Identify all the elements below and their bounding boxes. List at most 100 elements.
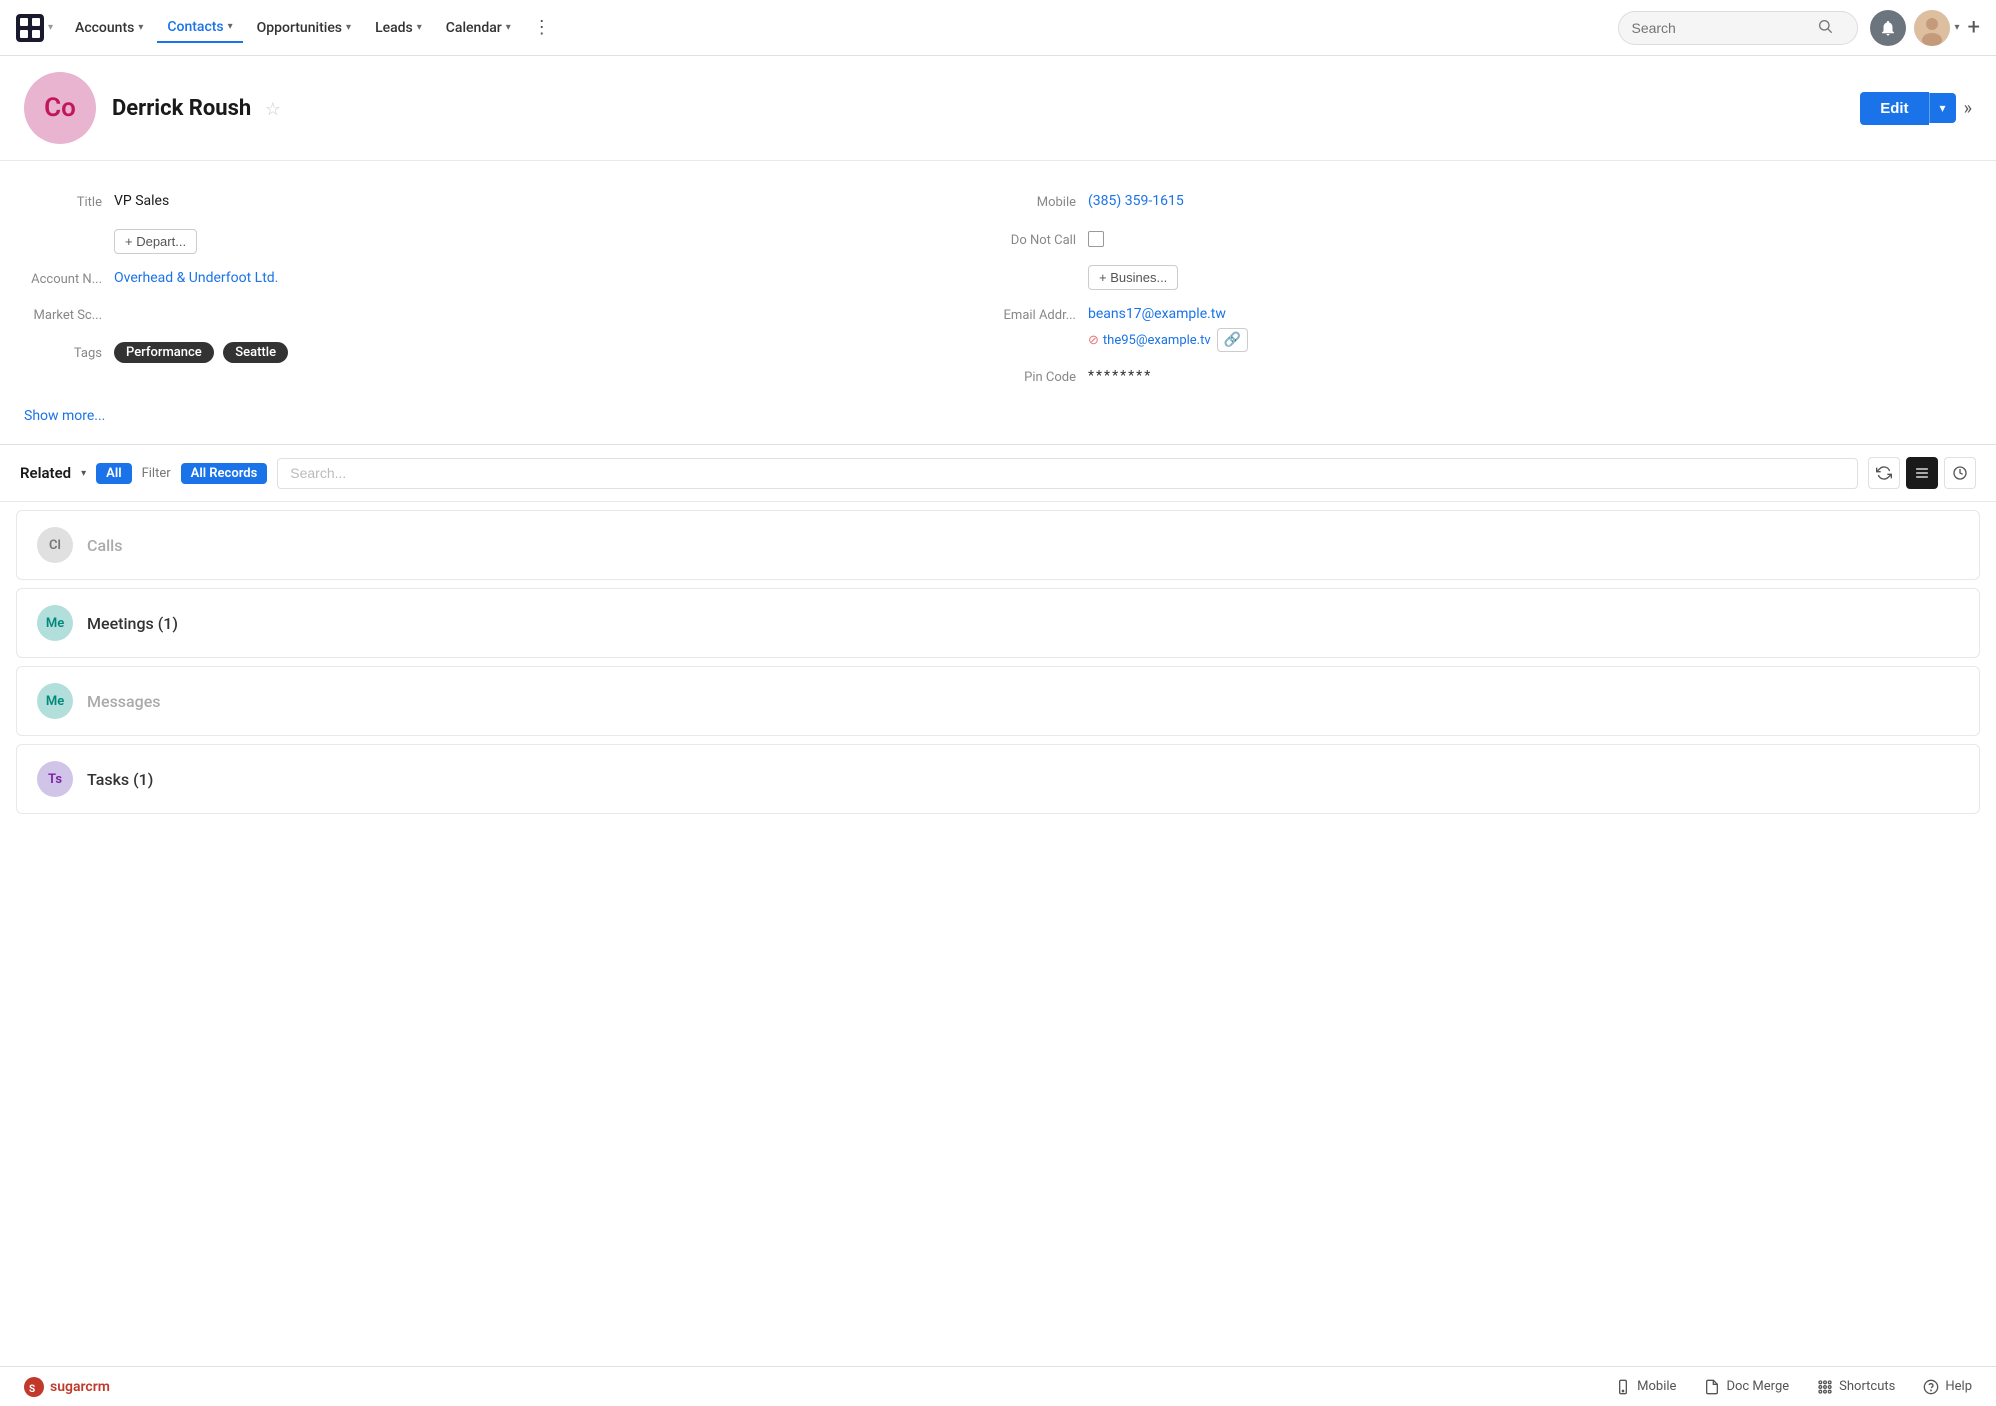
title-value: VP Sales (114, 193, 169, 209)
search-input[interactable] (1631, 20, 1811, 36)
email-link-icon[interactable]: 🔗 (1217, 328, 1248, 352)
edit-dropdown-button[interactable]: ▾ (1929, 93, 1956, 123)
calendar-chevron-icon: ▾ (506, 22, 511, 33)
email2-row: ⊘ the95@example.tv 🔗 (1088, 328, 1248, 352)
all-filter-badge[interactable]: All (96, 463, 131, 484)
business-label (998, 265, 1088, 267)
business-field-row: + Busines... (998, 257, 1972, 298)
app-logo[interactable]: ▾ (16, 14, 53, 42)
contact-name: Derrick Roush (112, 96, 251, 121)
record-header: Co Derrick Roush ☆ Edit ▾ » (0, 56, 1996, 161)
email2-blocked: ⊘ the95@example.tv (1088, 333, 1211, 348)
opportunities-chevron-icon: ▾ (346, 22, 351, 33)
svg-text:S: S (29, 1384, 35, 1395)
accounts-chevron-icon: ▾ (138, 22, 143, 33)
tag-performance[interactable]: Performance (114, 342, 214, 363)
meetings-icon: Me (37, 605, 73, 641)
pin-value: ******** (1088, 368, 1152, 384)
nav-opportunities[interactable]: Opportunities ▾ (247, 14, 361, 42)
nav-calendar[interactable]: Calendar ▾ (436, 14, 521, 42)
mobile-value[interactable]: (385) 359-1615 (1088, 193, 1184, 209)
do-not-call-checkbox[interactable] (1088, 231, 1104, 247)
pin-field-row: Pin Code ******** (998, 360, 1972, 396)
mobile-label: Mobile (998, 193, 1088, 210)
notifications-button[interactable] (1870, 10, 1906, 46)
user-avatar[interactable] (1914, 10, 1950, 46)
pin-label: Pin Code (998, 368, 1088, 385)
related-search-box[interactable] (277, 458, 1858, 489)
global-search-bar[interactable] (1618, 11, 1858, 45)
clock-view-button[interactable] (1944, 457, 1976, 489)
nav-contacts[interactable]: Contacts ▾ (157, 13, 242, 43)
tags-field-row: Tags Performance Seattle (24, 334, 998, 371)
dnc-field-row: Do Not Call (998, 221, 1972, 257)
department-field-row: + Depart... (24, 221, 998, 262)
market-label: Market Sc... (24, 306, 114, 323)
top-navigation: ▾ Accounts ▾ Contacts ▾ Opportunities ▾ … (0, 0, 1996, 56)
add-business-button[interactable]: + Busines... (1088, 265, 1178, 290)
title-label: Title (24, 193, 114, 210)
toolbar-actions (1868, 457, 1976, 489)
meetings-label: Meetings (1) (87, 614, 178, 633)
related-calls-item[interactable]: Cl Calls (16, 510, 1980, 580)
related-toolbar: Related ▾ All Filter All Records (0, 445, 1996, 502)
related-dropdown-icon[interactable]: ▾ (81, 468, 86, 479)
tags-label: Tags (24, 344, 114, 361)
account-value[interactable]: Overhead & Underfoot Ltd. (114, 270, 278, 286)
email-values: beans17@example.tw ⊘ the95@example.tv 🔗 (1088, 306, 1248, 352)
help-link[interactable]: Help (1923, 1379, 1972, 1395)
related-tasks-item[interactable]: Ts Tasks (1) (16, 744, 1980, 814)
email-label: Email Addr... (998, 306, 1088, 323)
account-field-row: Account N... Overhead & Underfoot Ltd. (24, 262, 998, 298)
contact-avatar: Co (24, 72, 96, 144)
email2-value[interactable]: the95@example.tv (1103, 333, 1211, 348)
market-field-row: Market Sc... (24, 298, 998, 334)
calls-icon: Cl (37, 527, 73, 563)
tasks-icon: Ts (37, 761, 73, 797)
related-items-list: Cl Calls Me Meetings (1) Me Messages Ts … (0, 510, 1996, 814)
calls-label: Calls (87, 536, 122, 555)
related-messages-item[interactable]: Me Messages (16, 666, 1980, 736)
filter-label: Filter (142, 466, 171, 481)
list-view-button[interactable] (1906, 457, 1938, 489)
show-more-link[interactable]: Show more... (24, 396, 1972, 444)
collapse-panel-icon[interactable]: » (1964, 98, 1972, 119)
related-section: Related ▾ All Filter All Records (0, 444, 1996, 814)
tasks-label: Tasks (1) (87, 770, 153, 789)
avatar-dropdown-icon[interactable]: ▾ (1954, 22, 1959, 33)
search-icon (1817, 18, 1833, 38)
bottom-bar: S sugarcrm Mobile Doc Merge Shortcuts (0, 1366, 1996, 1406)
sugarcrm-logo: S sugarcrm (24, 1377, 110, 1397)
doc-merge-link[interactable]: Doc Merge (1704, 1379, 1789, 1395)
nav-more-button[interactable]: ⋮ (525, 11, 559, 44)
messages-label: Messages (87, 692, 161, 711)
contacts-chevron-icon: ▾ (228, 21, 233, 32)
mobile-link[interactable]: Mobile (1615, 1379, 1676, 1395)
department-label (24, 229, 114, 231)
related-label: Related (20, 464, 71, 482)
record-actions: Edit ▾ » (1860, 92, 1972, 125)
refresh-button[interactable] (1868, 457, 1900, 489)
fields-grid: Title VP Sales + Depart... Account N... … (24, 185, 1972, 396)
title-field-row: Title VP Sales (24, 185, 998, 221)
related-meetings-item[interactable]: Me Meetings (1) (16, 588, 1980, 658)
nav-accounts[interactable]: Accounts ▾ (65, 14, 153, 42)
tag-seattle[interactable]: Seattle (223, 342, 288, 363)
favorite-star-icon[interactable]: ☆ (265, 99, 281, 120)
right-fields: Mobile (385) 359-1615 Do Not Call + Busi… (998, 185, 1972, 396)
email1-row: beans17@example.tw (1088, 306, 1248, 322)
left-fields: Title VP Sales + Depart... Account N... … (24, 185, 998, 396)
mobile-field-row: Mobile (385) 359-1615 (998, 185, 1972, 221)
logo-dropdown-arrow[interactable]: ▾ (48, 22, 53, 33)
nav-leads[interactable]: Leads ▾ (365, 14, 432, 42)
edit-button[interactable]: Edit (1860, 92, 1928, 125)
shortcuts-link[interactable]: Shortcuts (1817, 1379, 1895, 1395)
tags-container: Performance Seattle (114, 342, 294, 363)
email1-value[interactable]: beans17@example.tw (1088, 306, 1226, 322)
related-search-input[interactable] (290, 465, 471, 481)
add-new-button[interactable]: + (1968, 15, 1980, 40)
add-department-button[interactable]: + Depart... (114, 229, 197, 254)
messages-icon: Me (37, 683, 73, 719)
account-label: Account N... (24, 270, 114, 287)
all-records-badge[interactable]: All Records (181, 463, 268, 484)
